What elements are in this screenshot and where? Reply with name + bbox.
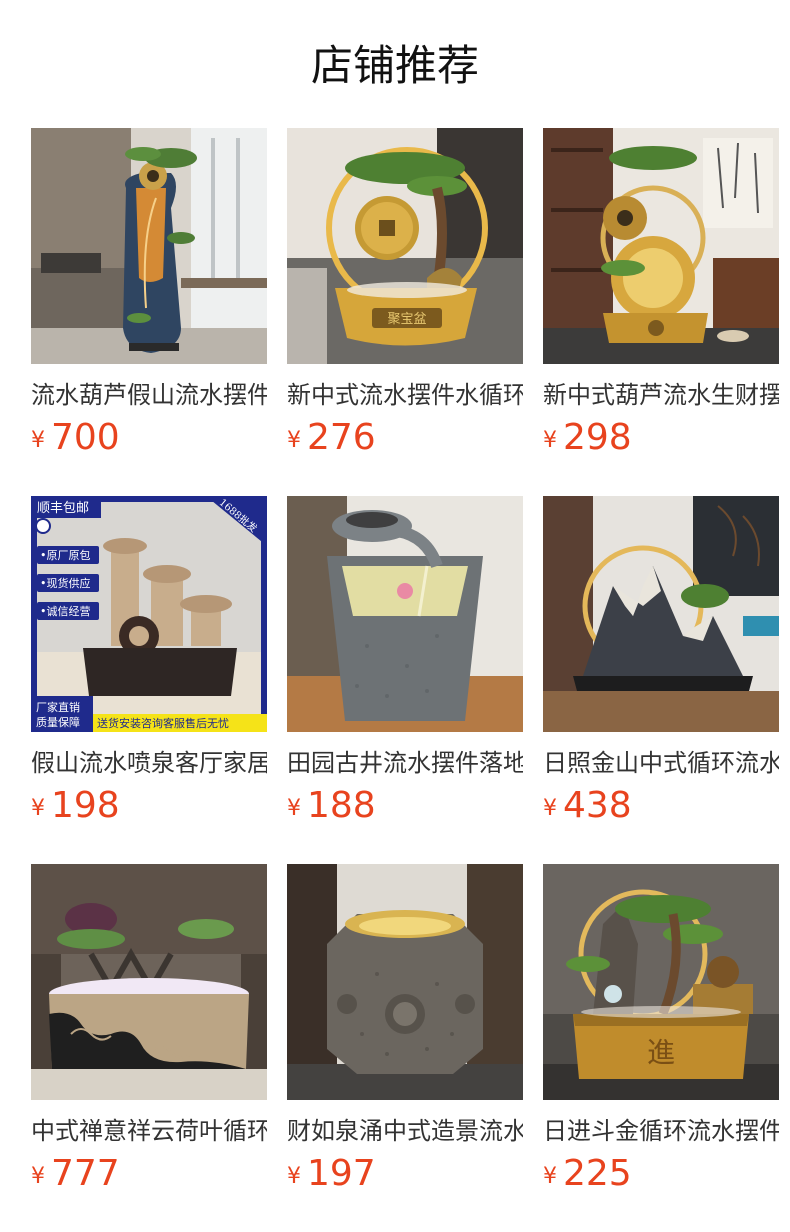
price-value: 276 [307,417,376,458]
badge-quality: 质量保障 [36,715,80,729]
product-price: ¥438 [543,784,779,834]
product-name[interactable]: 日照金山中式循环流水 [543,746,779,780]
product-image[interactable] [31,128,267,364]
badge-direct-sale: 厂家直销 [36,700,80,714]
product-price: ¥777 [31,1152,267,1202]
product-card[interactable]: 田园古井流水摆件落地 ¥188 [287,496,523,834]
product-image[interactable] [543,496,779,732]
price-value: 700 [51,417,120,458]
currency-symbol: ¥ [543,1164,557,1189]
product-price: ¥197 [287,1152,523,1202]
product-name[interactable]: 田园古井流水摆件落地 [287,746,523,780]
store-recommendations: 店铺推荐 流水葫芦假山流水摆件 ¥ 700 聚宝盆 新中式流水摆件水循环 ¥ 2… [0,0,790,1232]
product-name[interactable]: 日进斗金循环流水摆件 [543,1114,779,1148]
badge-free-shipping: 顺丰包邮 [37,501,89,516]
currency-symbol: ¥ [543,428,557,453]
product-price: ¥198 [31,784,267,834]
product-name[interactable]: 新中式葫芦流水生财摆件 [543,378,779,412]
svg-text:進: 進 [647,1036,675,1069]
currency-symbol: ¥ [287,1164,301,1189]
product-image[interactable]: 顺丰包邮 1688批发 •原厂原包 •现货供应 •诚信经营 厂家直销 质量保障 … [31,496,267,732]
badge-side-1: •原厂原包 [40,549,91,562]
product-card[interactable]: 顺丰包邮 1688批发 •原厂原包 •现货供应 •诚信经营 厂家直销 质量保障 … [31,496,267,834]
badge-side-3: •诚信经营 [40,604,91,618]
product-price: ¥276 [287,416,523,466]
section-title: 店铺推荐 [310,41,479,90]
product-card[interactable]: 聚宝盆 新中式流水摆件水循环 ¥276 [287,128,523,466]
product-card[interactable]: 進 日进斗金循环流水摆件 ¥225 [543,864,779,1202]
product-image[interactable] [31,864,267,1100]
product-card[interactable]: 流水葫芦假山流水摆件 ¥700 [31,128,267,466]
price-value: 197 [307,1153,376,1194]
product-name[interactable]: 新中式流水摆件水循环 [287,378,523,412]
currency-symbol: ¥ [543,796,557,821]
product-card[interactable]: 日照金山中式循环流水 ¥438 [543,496,779,834]
product-price: ¥188 [287,784,523,834]
price-value: 198 [51,785,120,826]
svg-text:聚宝盆: 聚宝盆 [387,312,426,327]
product-card[interactable]: 财如泉涌中式造景流水 ¥197 [287,864,523,1202]
badge-side-2: •现货供应 [40,576,91,590]
product-price: ¥225 [543,1152,779,1202]
product-name[interactable]: 中式禅意祥云荷叶循环 [31,1114,267,1148]
product-name[interactable]: 假山流水喷泉客厅家居 [31,746,267,780]
product-image[interactable]: 進 [543,864,779,1100]
currency-symbol: ¥ [287,428,301,453]
product-name[interactable]: 财如泉涌中式造景流水 [287,1114,523,1148]
price-value: 188 [307,785,376,826]
currency-symbol: ¥ [31,796,45,821]
product-price: ¥298 [543,416,779,466]
badge-service: 送货安装咨询客服售后无忧 [97,716,229,730]
product-image[interactable] [287,864,523,1100]
product-price: ¥700 [31,416,267,466]
product-image[interactable]: 聚宝盆 [287,128,523,364]
currency-symbol: ¥ [31,1164,45,1189]
currency-symbol: ¥ [31,428,45,453]
price-value: 225 [563,1153,632,1194]
product-name[interactable]: 流水葫芦假山流水摆件 [31,378,267,412]
product-image[interactable] [287,496,523,732]
product-card[interactable]: 新中式葫芦流水生财摆件 ¥298 [543,128,779,466]
price-value: 298 [563,417,632,458]
product-card[interactable]: 中式禅意祥云荷叶循环 ¥777 [31,864,267,1202]
currency-symbol: ¥ [287,796,301,821]
product-image[interactable] [543,128,779,364]
price-value: 777 [51,1153,120,1194]
price-value: 438 [563,785,632,826]
